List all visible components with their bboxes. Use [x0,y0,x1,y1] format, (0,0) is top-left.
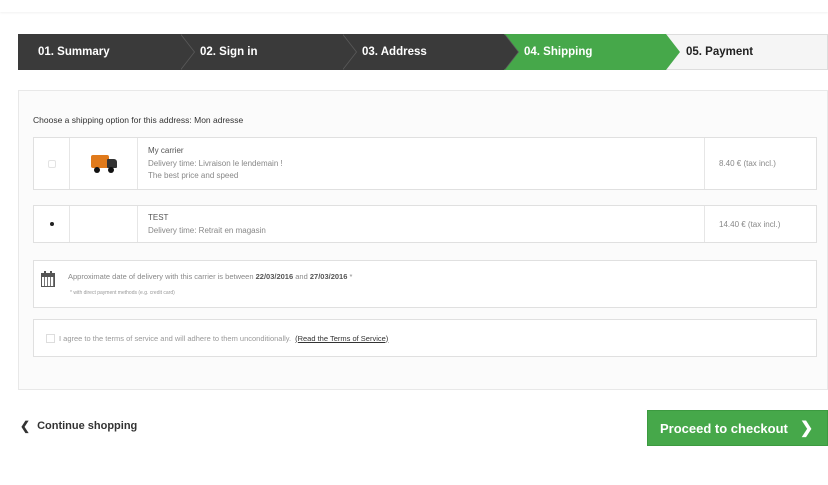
carrier-info: My carrier Delivery time: Livraison le l… [138,138,705,189]
delivery-and: and [295,272,308,281]
proceed-to-checkout-button[interactable]: Proceed to checkout ❯ [647,410,828,446]
carrier-price: 8.40 € (tax incl.) [719,159,776,168]
shipping-panel: Choose a shipping option for this addres… [18,90,828,390]
step-payment-label: 05. Payment [686,46,754,58]
step-summary-label: 01. Summary [38,46,110,58]
shipping-title: Choose a shipping option for this addres… [33,115,244,125]
top-strip [0,0,828,12]
delivery-to-date: 27/03/2016 [309,272,348,281]
carrier-name: TEST [148,213,169,222]
terms-text: I agree to the terms of service and will… [59,333,292,343]
carrier-logo-empty [70,206,138,242]
delivery-suffix: * [349,272,353,281]
delivery-estimate-text: Approximate date of delivery with this c… [68,272,352,281]
carrier-radio-unselected[interactable] [47,159,56,168]
carrier-info: TEST Delivery time: Retrait en magasin [138,206,705,242]
carrier-logo [70,138,138,189]
carrier-radio-cell[interactable] [34,206,70,242]
calendar-icon [41,271,55,287]
terms-checkbox[interactable] [46,333,55,343]
step-summary[interactable]: 01. Summary [18,34,195,70]
step-address-label: 03. Address [362,46,427,58]
continue-shopping-label: Continue shopping [37,420,138,432]
chevron-right-icon: ❯ [799,420,814,437]
chevron-left-icon: ❮ [20,419,31,433]
step-sign-in[interactable]: 02. Sign in [180,34,357,70]
step-address[interactable]: 03. Address [342,34,519,70]
delivery-note: * with direct payment methods (e.g. cred… [70,290,175,296]
step-payment: 05. Payment [666,34,828,70]
carrier-option-my-carrier[interactable]: My carrier Delivery time: Livraison le l… [33,137,817,190]
step-sign-in-label: 02. Sign in [200,46,258,58]
delivery-estimate: Approximate date of delivery with this c… [33,260,817,308]
truck-icon [90,154,117,173]
carrier-delay: Delivery time: Livraison le lendemain ! [148,158,283,168]
checkout-steps: 01. Summary 02. Sign in 03. Address 04. … [18,34,828,70]
delivery-from-date: 22/03/2016 [255,272,294,281]
carrier-radio-selected[interactable] [49,222,54,226]
carrier-name: My carrier [148,146,184,155]
delivery-prefix: Approximate date of delivery with this c… [68,272,254,281]
carrier-delay: Delivery time: Retrait en magasin [148,225,266,235]
carrier-price: 14.40 € (tax incl.) [719,219,781,229]
terms-row: I agree to the terms of service and will… [33,319,817,357]
step-shipping-label: 04. Shipping [524,46,593,58]
terms-link[interactable]: (Read the Terms of Service) [295,334,388,343]
carrier-extra: The best price and speed [148,171,239,180]
proceed-to-checkout-label: Proceed to checkout [660,420,788,436]
carrier-radio-cell[interactable] [34,138,70,189]
continue-shopping-link[interactable]: ❮ Continue shopping [20,419,137,433]
step-shipping: 04. Shipping [504,34,680,70]
carrier-option-test[interactable]: TEST Delivery time: Retrait en magasin 1… [33,205,817,243]
